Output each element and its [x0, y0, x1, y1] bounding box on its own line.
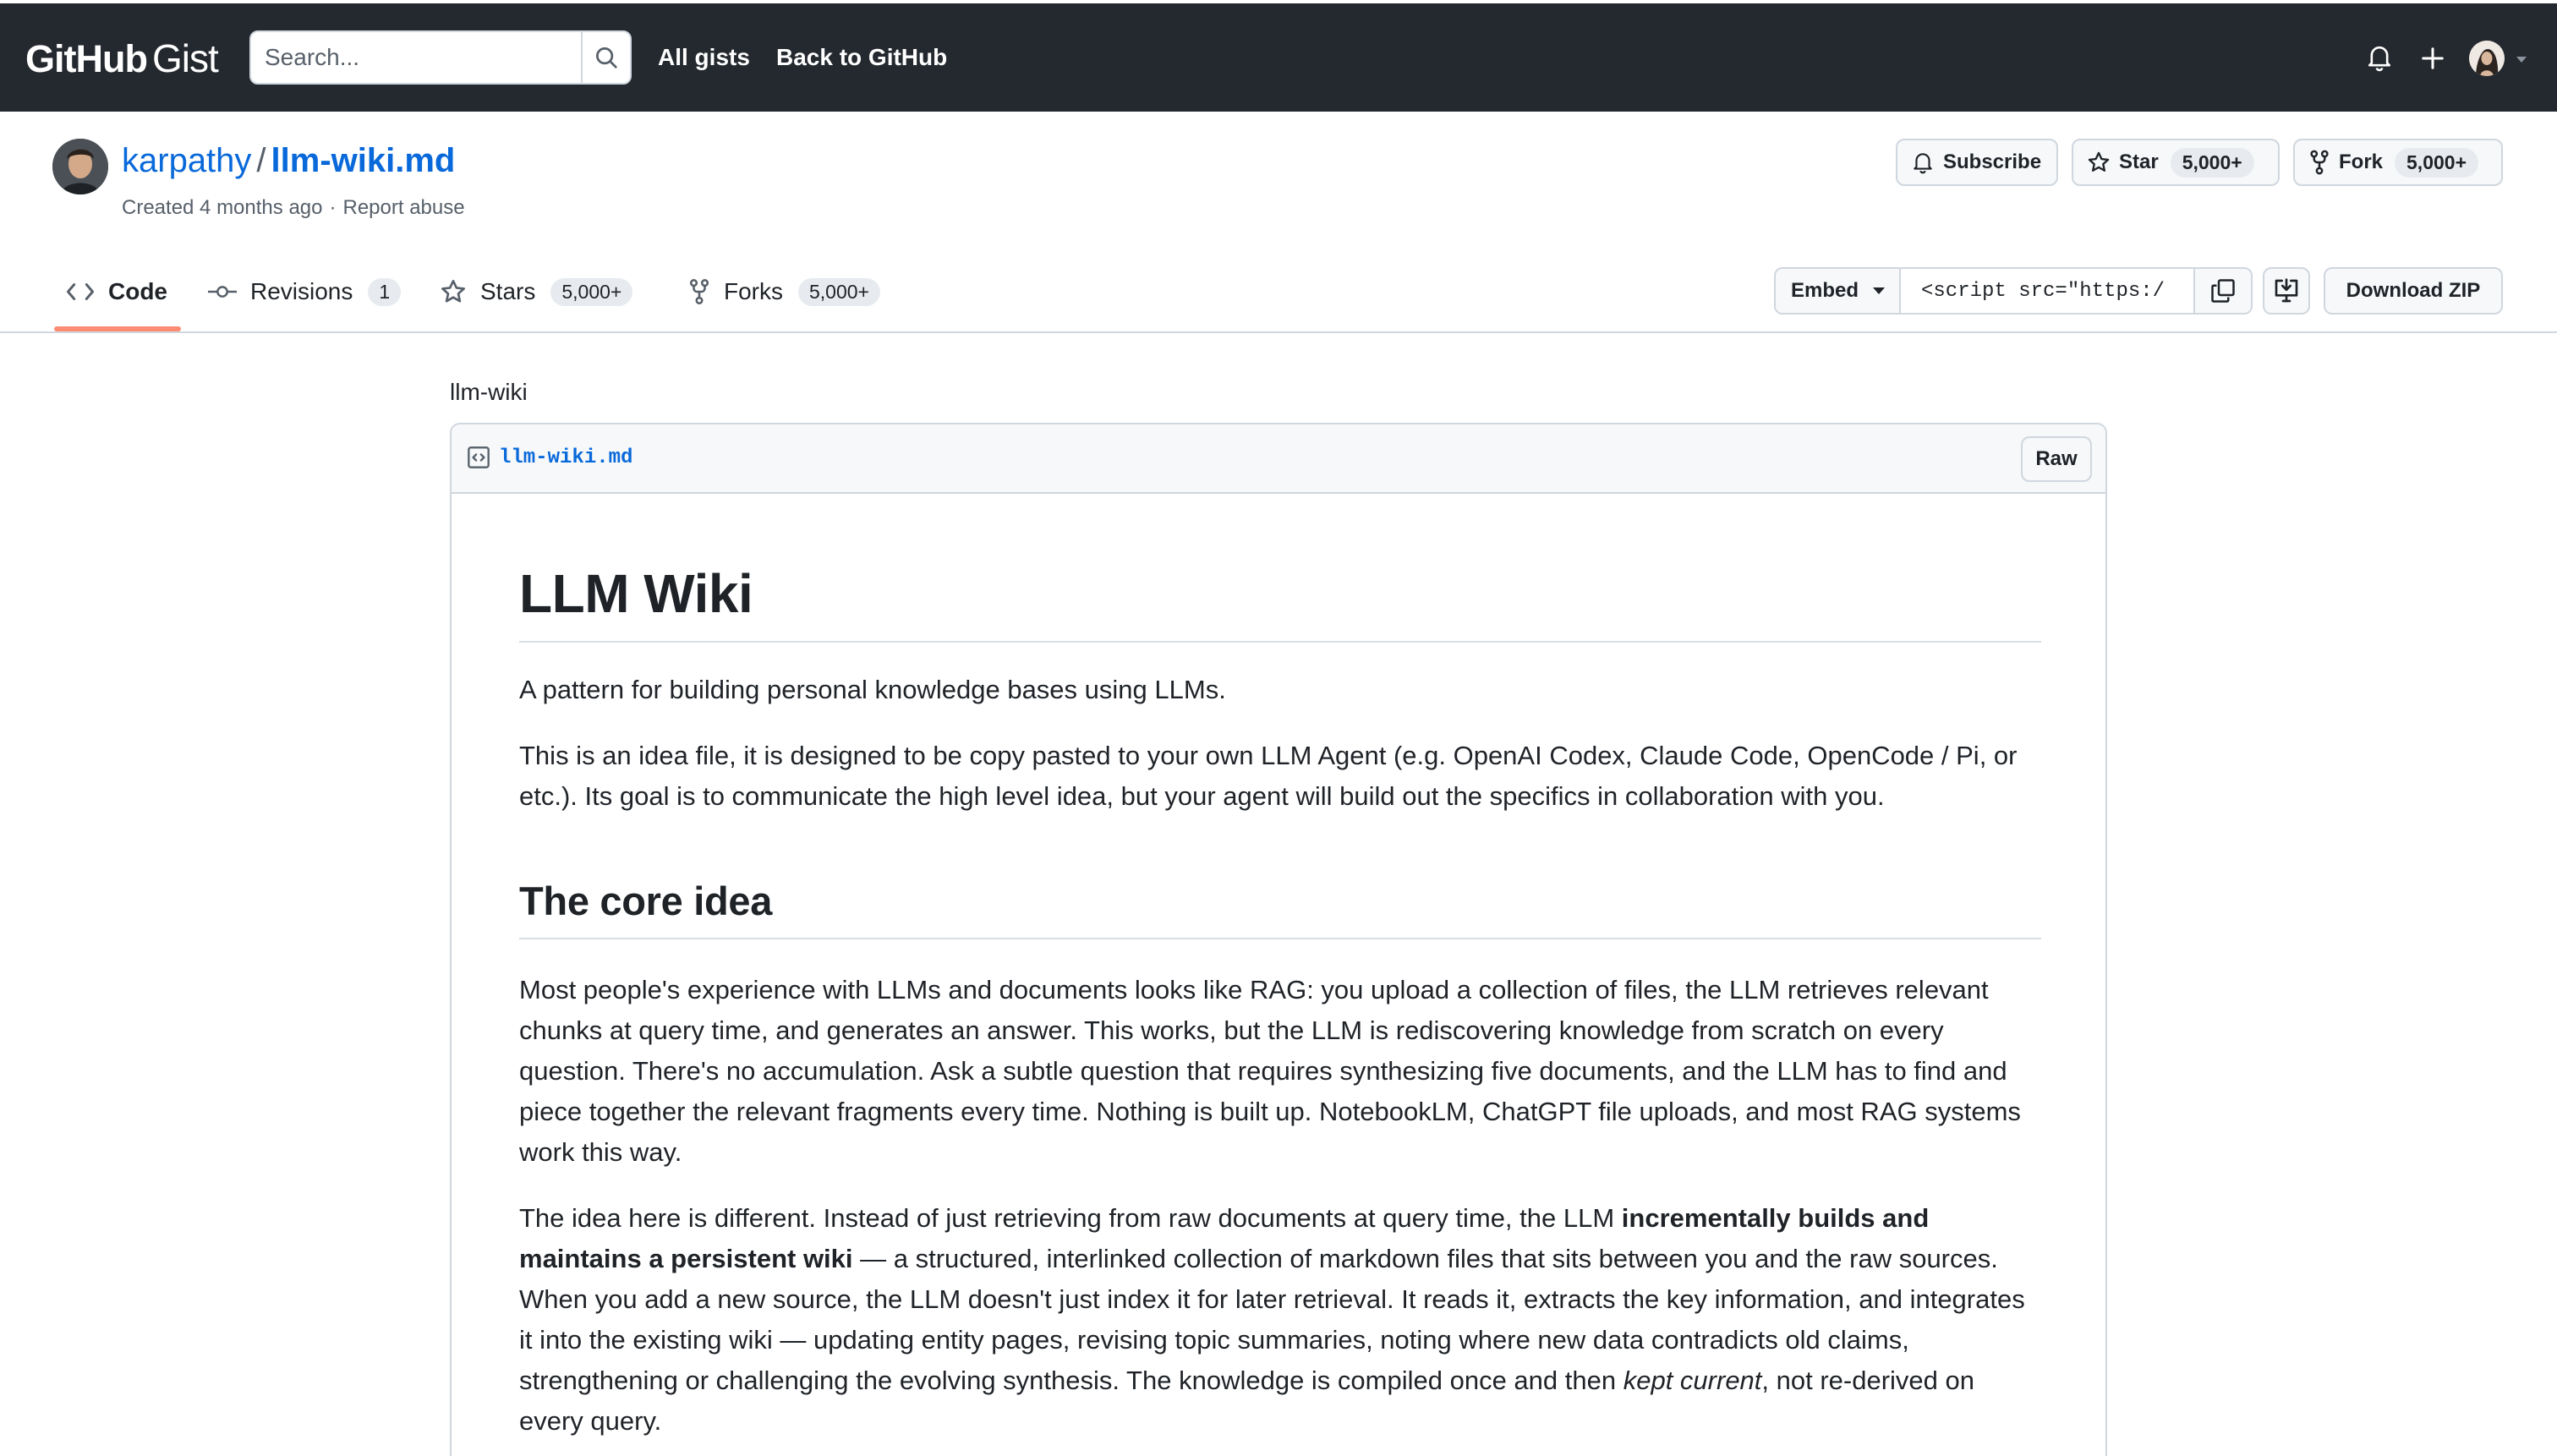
- doc-paragraph-4: The idea here is different. Instead of j…: [519, 1198, 2041, 1442]
- gist-meta: Created 4 months ago · Report abuse: [122, 196, 465, 220]
- user-avatar[interactable]: [2469, 41, 2505, 76]
- star-button[interactable]: Star 5,000+: [2072, 139, 2280, 186]
- logo-gist-text: Gist: [151, 36, 219, 80]
- embed-select[interactable]: Embed: [1776, 269, 1901, 313]
- bell-icon: [1914, 153, 1932, 174]
- star-count: 5,000+: [2170, 147, 2254, 178]
- nav-all-gists[interactable]: All gists: [658, 44, 750, 71]
- fork-outline-icon: [689, 279, 709, 304]
- code-icon: [66, 283, 95, 300]
- embed-select-value: Embed: [1791, 279, 1859, 302]
- doc-paragraph-2: This is an idea file, it is designed to …: [519, 741, 2018, 811]
- subscribe-button[interactable]: Subscribe: [1896, 139, 2058, 186]
- file-header: llm-wiki.md Raw: [452, 424, 2105, 494]
- tab-forks[interactable]: Forks 5,000+: [688, 274, 880, 309]
- copy-icon: [2211, 279, 2235, 303]
- active-tab-underline: [54, 326, 181, 331]
- tab-forks-label: Forks: [724, 278, 783, 304]
- fork-count: 5,000+: [2395, 147, 2479, 178]
- file-name-link[interactable]: llm-wiki.md: [499, 446, 632, 469]
- tab-revisions-count: 1: [368, 277, 402, 306]
- tab-code[interactable]: Code: [66, 274, 167, 309]
- title-separator: /: [256, 142, 266, 179]
- report-abuse-link[interactable]: Report abuse: [342, 196, 464, 219]
- gist-description: llm-wiki: [450, 379, 528, 405]
- tab-revisions[interactable]: Revisions 1: [208, 274, 402, 309]
- gist-filename-link[interactable]: llm-wiki.md: [271, 142, 456, 179]
- markdown-body: LLM Wiki A pattern for building personal…: [519, 494, 2041, 1442]
- fork-button[interactable]: Fork 5,000+: [2293, 139, 2503, 186]
- search-button[interactable]: [581, 32, 630, 83]
- logo-github-text: GitHub: [25, 37, 148, 80]
- file-code-icon: [468, 446, 490, 468]
- desktop-download-icon: [2275, 278, 2298, 303]
- search-input[interactable]: [251, 32, 581, 83]
- tab-forks-count: 5,000+: [798, 277, 880, 306]
- star-icon: [2088, 151, 2110, 172]
- star-outline-icon: [441, 280, 465, 303]
- commit-icon: [208, 286, 237, 298]
- meta-dot: ·: [329, 196, 337, 219]
- plus-icon[interactable]: [2418, 44, 2447, 73]
- search-box: [249, 30, 632, 85]
- doc-heading-2: The core idea: [519, 817, 2041, 939]
- p4-text-a: The idea here is different. Instead of j…: [519, 1203, 1622, 1233]
- p4-italic: kept current: [1623, 1366, 1762, 1395]
- subscribe-label: Subscribe: [1943, 151, 2042, 173]
- tab-stars-count: 5,000+: [550, 277, 633, 306]
- doc-heading-1: LLM Wiki: [519, 494, 2041, 643]
- download-zip-button[interactable]: Download ZIP: [2324, 267, 2503, 315]
- created-time: Created 4 months ago: [122, 196, 323, 219]
- embed-group: Embed <script src="https:/: [1774, 267, 2253, 315]
- avatar-dropdown-caret-icon[interactable]: [2515, 54, 2528, 64]
- tab-stars[interactable]: Stars 5,000+: [440, 274, 633, 309]
- tab-stars-label: Stars: [480, 278, 536, 304]
- github-gist-logo[interactable]: GitHub Gist: [25, 36, 219, 81]
- owner-avatar[interactable]: [52, 139, 108, 194]
- raw-button[interactable]: Raw: [2021, 436, 2092, 482]
- notifications-bell-icon[interactable]: [2364, 42, 2395, 73]
- tab-revisions-label: Revisions: [250, 278, 353, 304]
- star-label: Star: [2119, 151, 2159, 173]
- tab-code-label: Code: [108, 278, 167, 304]
- file-box: llm-wiki.md Raw LLM Wiki A pattern for b…: [450, 423, 2107, 1456]
- copy-embed-button[interactable]: [2195, 269, 2251, 313]
- doc-paragraph-1: A pattern for building personal knowledg…: [519, 675, 1226, 704]
- embed-url-input[interactable]: <script src="https:/: [1901, 269, 2195, 313]
- doc-paragraph-3: Most people's experience with LLMs and d…: [519, 975, 2021, 1167]
- open-desktop-button[interactable]: [2263, 267, 2310, 315]
- fork-icon: [2310, 150, 2329, 175]
- gist-title: karpathy / llm-wiki.md: [122, 142, 455, 180]
- gist-owner-link[interactable]: karpathy: [122, 142, 251, 179]
- caret-down-icon: [1873, 287, 1886, 294]
- fork-label: Fork: [2339, 151, 2384, 173]
- nav-back-to-github[interactable]: Back to GitHub: [776, 44, 947, 71]
- top-header: GitHub Gist All gists Back to GitHub: [0, 3, 2557, 112]
- search-icon: [596, 47, 617, 68]
